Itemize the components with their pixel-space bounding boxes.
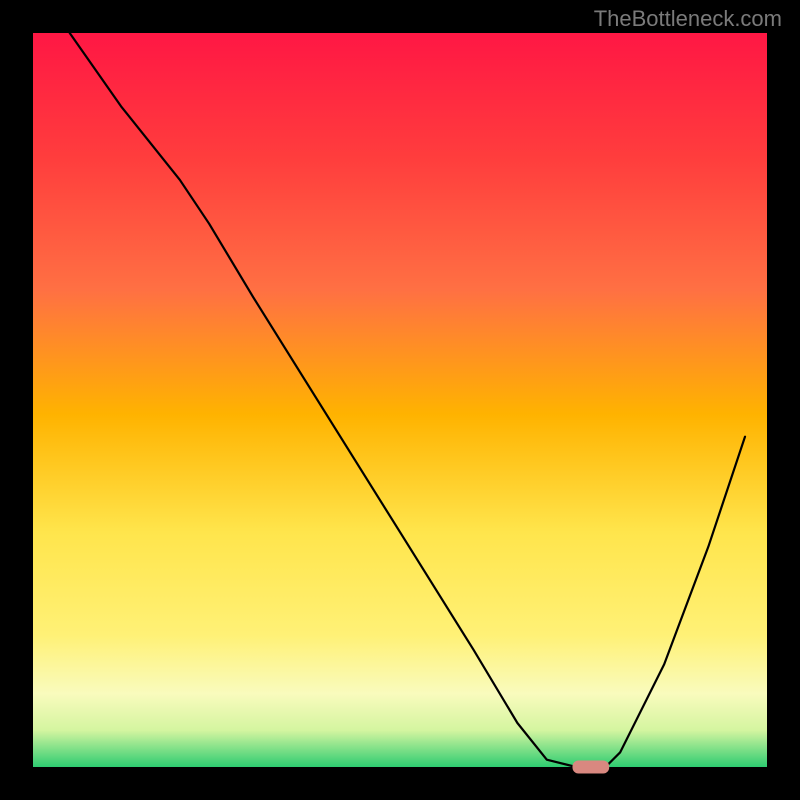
- bottleneck-chart: TheBottleneck.com: [0, 0, 800, 800]
- watermark-text: TheBottleneck.com: [594, 6, 782, 32]
- plot-background: [33, 33, 767, 767]
- minimum-marker: [572, 761, 609, 774]
- chart-svg: [0, 0, 800, 800]
